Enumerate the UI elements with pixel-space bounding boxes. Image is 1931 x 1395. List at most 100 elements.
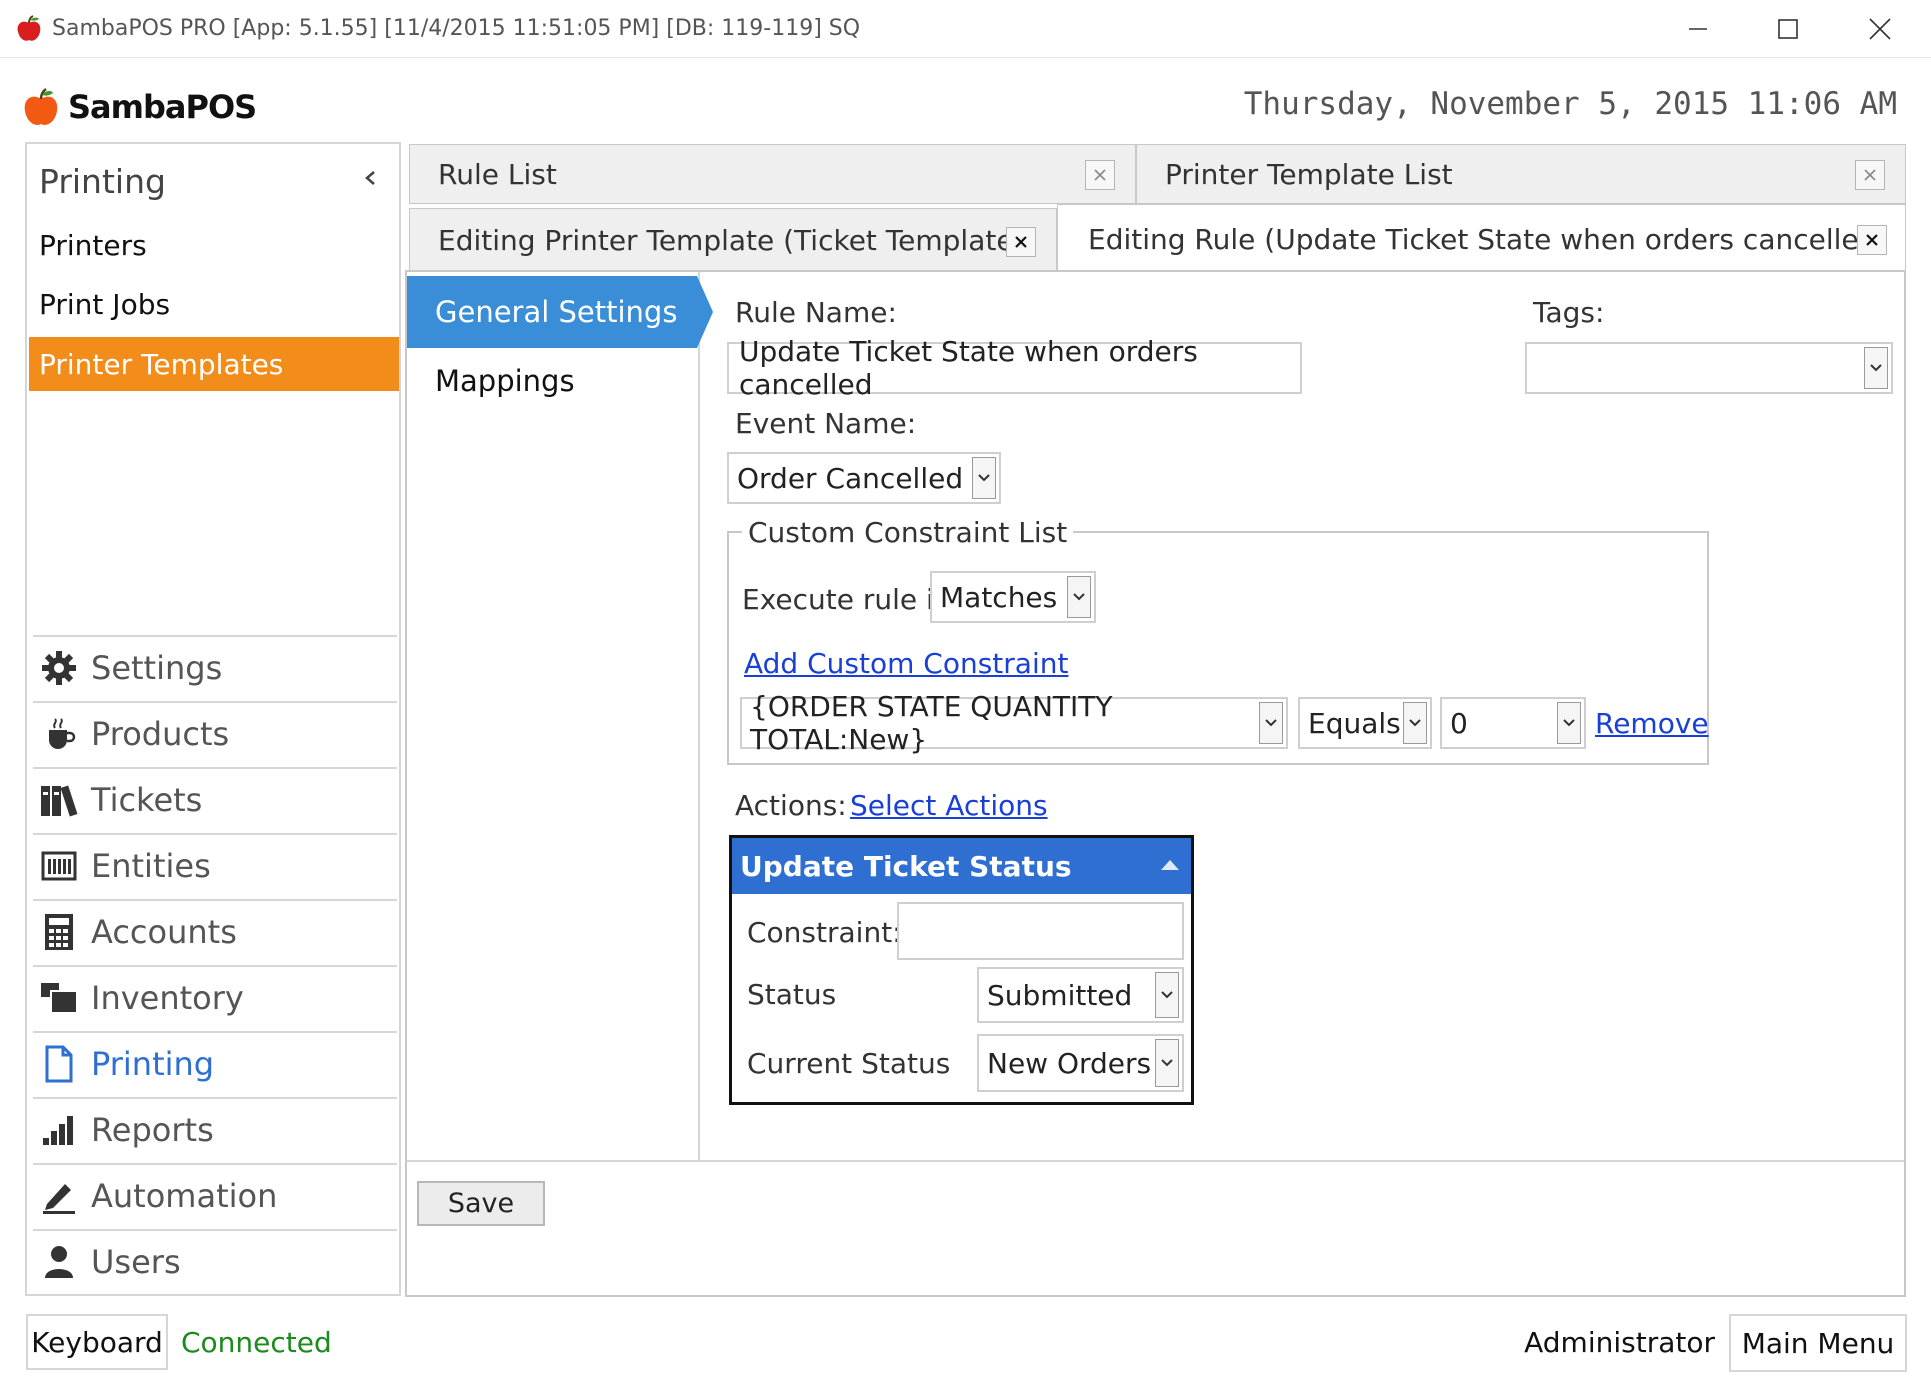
collapse-arrow-icon[interactable] <box>1161 860 1179 870</box>
action-status-value: Submitted <box>987 978 1133 1012</box>
module-inventory[interactable]: Inventory <box>33 965 397 1029</box>
module-label: Reports <box>91 1111 214 1149</box>
connection-status: Connected <box>181 1326 332 1359</box>
coffee-cup-icon <box>39 714 79 754</box>
dropdown-button[interactable] <box>1155 972 1179 1018</box>
main-menu-button[interactable]: Main Menu <box>1729 1314 1907 1372</box>
window-titlebar: SambaPOS PRO [App: 5.1.55] [11/4/2015 11… <box>0 0 1931 58</box>
execute-rule-value: Matches <box>940 580 1058 614</box>
add-custom-constraint-link[interactable]: Add Custom Constraint <box>744 647 1068 680</box>
close-icon <box>1015 236 1027 248</box>
save-button[interactable]: Save <box>417 1181 545 1226</box>
rule-name-input[interactable]: Update Ticket State when orders cancelle… <box>727 335 1302 401</box>
action-constraint-input[interactable] <box>897 902 1184 960</box>
dropdown-button[interactable] <box>1403 702 1427 744</box>
select-actions-link[interactable]: Select Actions <box>850 789 1048 822</box>
books-icon <box>39 780 79 820</box>
close-tab-button[interactable] <box>1855 160 1885 190</box>
sambapos-logo-icon <box>24 87 58 125</box>
dropdown-button[interactable] <box>1259 702 1283 744</box>
module-reports[interactable]: Reports <box>33 1097 397 1161</box>
bar-chart-icon <box>39 1110 79 1150</box>
module-label: Printing <box>91 1045 215 1083</box>
tab-label: Printer Template List <box>1165 157 1453 191</box>
event-name-dropdown[interactable]: Order Cancelled <box>727 452 1001 504</box>
chevron-down-icon <box>1073 593 1085 601</box>
close-tab-button[interactable] <box>1006 227 1036 257</box>
rule-editor-panel: General Settings Mappings <box>405 270 1906 1297</box>
custom-constraint-title: Custom Constraint List <box>742 516 1074 549</box>
chevron-down-icon <box>1161 1059 1173 1067</box>
dropdown-button[interactable] <box>1155 1039 1179 1087</box>
document-icon <box>39 1044 79 1084</box>
footer-divider <box>407 1160 1904 1162</box>
module-printing[interactable]: Printing <box>33 1031 397 1095</box>
brand-logo: SambaPOS <box>22 82 257 132</box>
menu-item-printers[interactable]: Printers <box>39 220 147 270</box>
section-header: Printing <box>39 162 166 201</box>
action-status-dropdown[interactable]: Submitted <box>977 967 1184 1023</box>
chevron-down-icon <box>1161 991 1173 999</box>
rule-name-label: Rule Name: <box>735 296 897 329</box>
module-accounts[interactable]: Accounts <box>33 899 397 963</box>
minimize-button[interactable] <box>1676 8 1720 50</box>
close-tab-button[interactable] <box>1085 160 1115 190</box>
nav-general-settings[interactable]: General Settings <box>407 276 697 348</box>
constraint-value: 0 <box>1450 706 1468 740</box>
chevron-down-icon <box>1870 364 1882 372</box>
execute-rule-dropdown[interactable]: Matches <box>930 571 1096 623</box>
close-icon <box>1869 18 1891 40</box>
close-tab-button[interactable] <box>1857 225 1887 255</box>
tab-printer-template-list[interactable]: Printer Template List <box>1136 144 1906 204</box>
close-window-button[interactable] <box>1858 8 1902 50</box>
keyboard-button[interactable]: Keyboard <box>26 1314 168 1370</box>
module-tickets[interactable]: Tickets <box>33 767 397 831</box>
remove-constraint-link[interactable]: Remove <box>1595 707 1709 740</box>
module-label: Users <box>91 1243 181 1281</box>
status-bar: Keyboard Connected Administrator Main Me… <box>0 1306 1931 1376</box>
module-entities[interactable]: Entities <box>33 833 397 897</box>
constraint-operator-dropdown[interactable]: Equals <box>1298 697 1432 749</box>
action-card-header[interactable]: Update Ticket Status <box>732 838 1191 894</box>
event-name-value: Order Cancelled <box>737 461 964 495</box>
action-current-status-dropdown[interactable]: New Orders <box>977 1034 1184 1092</box>
collapse-panel-button[interactable] <box>363 164 377 194</box>
dropdown-button[interactable] <box>1864 347 1888 389</box>
close-icon <box>1864 169 1876 181</box>
tab-label: Editing Rule (Update Ticket State when o… <box>1088 223 1888 256</box>
tab-rule-list[interactable]: Rule List <box>409 144 1136 204</box>
active-nav-pointer <box>697 276 713 348</box>
tab-editing-printer-template[interactable]: Editing Printer Template (Ticket Templat… <box>409 208 1057 272</box>
close-icon <box>1094 169 1106 181</box>
tags-label: Tags: <box>1533 296 1605 329</box>
clock: Thursday, November 5, 2015 11:06 AM <box>1243 86 1897 122</box>
dropdown-button[interactable] <box>1557 702 1581 744</box>
tab-label: Editing Printer Template (Ticket Templat… <box>438 223 1025 257</box>
menu-item-print-jobs[interactable]: Print Jobs <box>39 279 170 329</box>
action-constraint-label: Constraint: <box>747 916 902 949</box>
module-label: Tickets <box>91 781 203 819</box>
chevron-down-icon <box>978 474 990 482</box>
module-settings[interactable]: Settings <box>33 635 397 699</box>
module-users[interactable]: Users <box>33 1229 397 1293</box>
event-name-label: Event Name: <box>735 407 917 440</box>
chevron-left-icon <box>365 171 375 185</box>
constraint-field-value: {ORDER STATE QUANTITY TOTAL:New} <box>750 690 1113 756</box>
constraint-field-dropdown[interactable]: {ORDER STATE QUANTITY TOTAL:New} <box>740 690 1288 756</box>
module-products[interactable]: Products <box>33 701 397 765</box>
dropdown-button[interactable] <box>972 457 996 499</box>
tags-dropdown[interactable] <box>1525 342 1893 394</box>
apple-app-icon <box>17 15 41 41</box>
user-icon <box>39 1242 79 1282</box>
tab-editing-rule[interactable]: Editing Rule (Update Ticket State when o… <box>1057 204 1906 274</box>
table-icon <box>39 846 79 886</box>
action-card-update-ticket-status: Update Ticket Status Constraint: Status … <box>729 835 1194 1105</box>
constraint-value-dropdown[interactable]: 0 <box>1440 697 1586 749</box>
module-automation[interactable]: Automation <box>33 1163 397 1227</box>
menu-item-printer-templates[interactable]: Printer Templates <box>29 337 399 391</box>
dropdown-button[interactable] <box>1067 576 1091 618</box>
maximize-button[interactable] <box>1766 8 1810 50</box>
nav-mappings[interactable]: Mappings <box>435 364 575 398</box>
close-icon <box>1866 234 1878 246</box>
module-label: Settings <box>91 649 223 687</box>
